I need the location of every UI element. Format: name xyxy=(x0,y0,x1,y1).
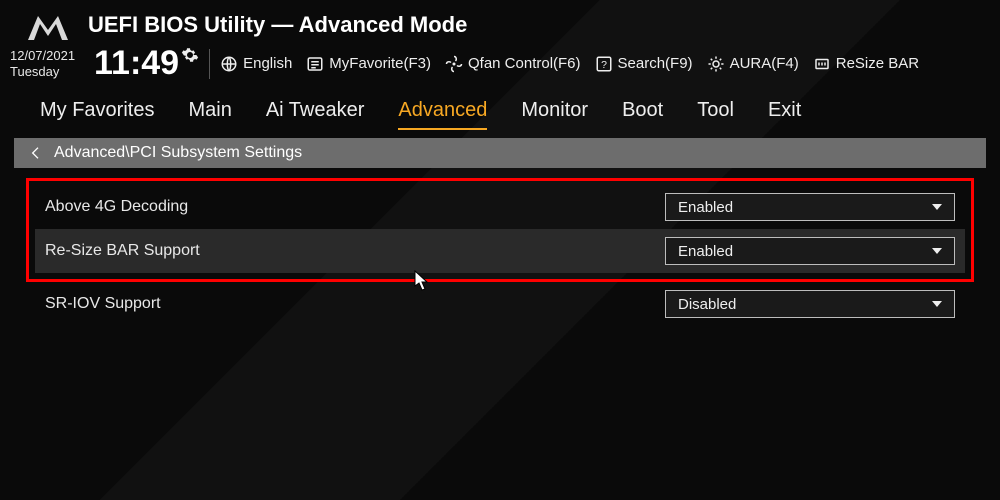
fan-icon xyxy=(445,55,463,73)
search-label: Search(F9) xyxy=(618,55,693,72)
breadcrumb-text: Advanced\PCI Subsystem Settings xyxy=(54,144,302,162)
help-icon: ? xyxy=(595,55,613,73)
clock: 11:49 xyxy=(94,44,199,83)
main-tabs: My Favorites Main Ai Tweaker Advanced Mo… xyxy=(0,89,1000,138)
resize-icon xyxy=(813,55,831,73)
brand-logo xyxy=(18,10,74,48)
date-text: 12/07/2021 xyxy=(10,48,88,64)
chevron-down-icon xyxy=(932,301,942,307)
datetime-block: 12/07/2021 Tuesday xyxy=(10,48,88,79)
clock-time: 11:49 xyxy=(94,44,179,83)
search-button[interactable]: ? Search(F9) xyxy=(595,55,693,73)
resizebar-button[interactable]: ReSize BAR xyxy=(813,55,919,73)
setting-label: Above 4G Decoding xyxy=(45,198,188,216)
setting-select-sriov[interactable]: Disabled xyxy=(665,290,955,318)
tab-ai-tweaker[interactable]: Ai Tweaker xyxy=(266,99,365,130)
aura-button[interactable]: AURA(F4) xyxy=(707,55,799,73)
tab-my-favorites[interactable]: My Favorites xyxy=(40,99,154,130)
select-value: Enabled xyxy=(678,199,733,216)
globe-icon xyxy=(220,55,238,73)
myfavorite-button[interactable]: MyFavorite(F3) xyxy=(306,55,431,73)
setting-label: SR-IOV Support xyxy=(45,295,161,313)
select-value: Disabled xyxy=(678,296,736,313)
highlight-box: Above 4G Decoding Enabled Re-Size BAR Su… xyxy=(26,178,974,282)
tab-main[interactable]: Main xyxy=(188,99,231,130)
myfavorite-label: MyFavorite(F3) xyxy=(329,55,431,72)
aura-label: AURA(F4) xyxy=(730,55,799,72)
setting-select-above-4g[interactable]: Enabled xyxy=(665,193,955,221)
breadcrumb[interactable]: Advanced\PCI Subsystem Settings xyxy=(14,138,986,168)
language-button[interactable]: English xyxy=(220,55,292,73)
resizebar-label: ReSize BAR xyxy=(836,55,919,72)
svg-text:?: ? xyxy=(601,58,607,70)
day-text: Tuesday xyxy=(10,64,88,80)
sun-icon xyxy=(707,55,725,73)
cursor-icon xyxy=(414,270,430,292)
qfan-button[interactable]: Qfan Control(F6) xyxy=(445,55,581,73)
gear-icon[interactable] xyxy=(181,46,199,69)
language-label: English xyxy=(243,55,292,72)
tab-boot[interactable]: Boot xyxy=(622,99,663,130)
setting-row-sriov[interactable]: SR-IOV Support Disabled xyxy=(26,282,974,326)
back-arrow-icon[interactable] xyxy=(28,145,44,161)
divider xyxy=(209,49,210,79)
tab-monitor[interactable]: Monitor xyxy=(521,99,588,130)
qfan-label: Qfan Control(F6) xyxy=(468,55,581,72)
setting-label: Re-Size BAR Support xyxy=(45,242,200,260)
chevron-down-icon xyxy=(932,248,942,254)
setting-select-resize-bar[interactable]: Enabled xyxy=(665,237,955,265)
tab-exit[interactable]: Exit xyxy=(768,99,801,130)
chevron-down-icon xyxy=(932,204,942,210)
tab-advanced[interactable]: Advanced xyxy=(398,99,487,130)
setting-row-resize-bar[interactable]: Re-Size BAR Support Enabled xyxy=(35,229,965,273)
select-value: Enabled xyxy=(678,243,733,260)
setting-row-above-4g[interactable]: Above 4G Decoding Enabled xyxy=(35,185,965,229)
tab-tool[interactable]: Tool xyxy=(697,99,734,130)
list-icon xyxy=(306,55,324,73)
app-title: UEFI BIOS Utility — Advanced Mode xyxy=(88,12,467,38)
